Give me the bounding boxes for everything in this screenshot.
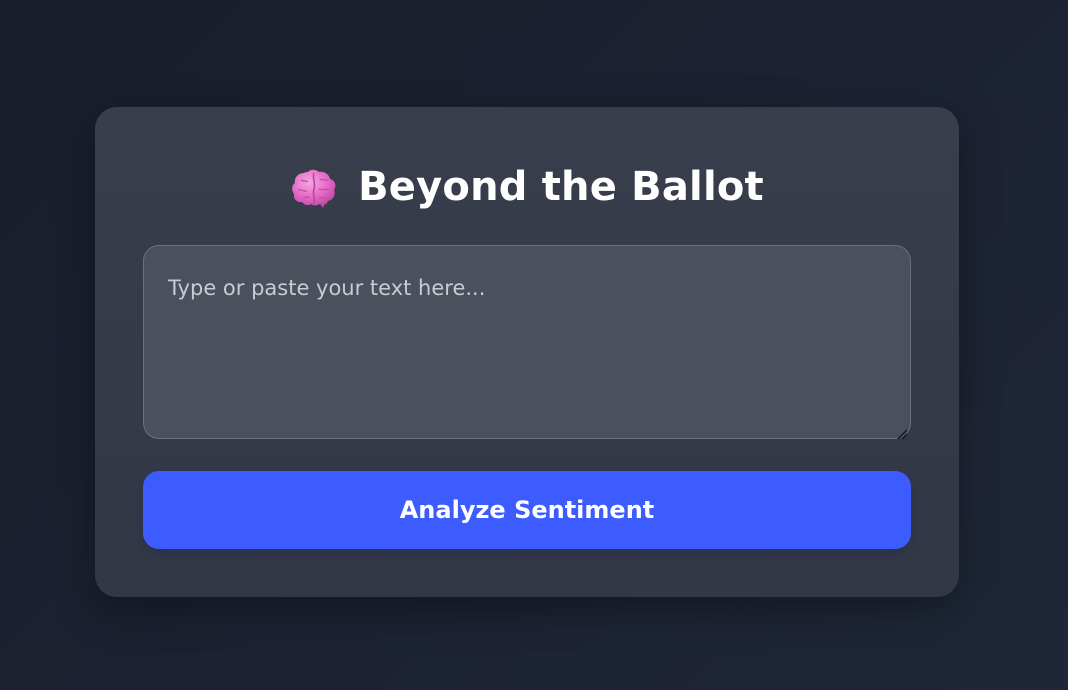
header: Beyond the Ballot: [95, 159, 959, 215]
analyze-sentiment-button[interactable]: Analyze Sentiment: [143, 471, 911, 549]
resize-handle-icon[interactable]: [896, 425, 908, 440]
text-input[interactable]: [143, 245, 911, 439]
app-title: Beyond the Ballot: [358, 164, 764, 210]
sentiment-card: Beyond the Ballot Analyze Sentiment: [95, 107, 959, 597]
brain-icon: [290, 165, 338, 209]
